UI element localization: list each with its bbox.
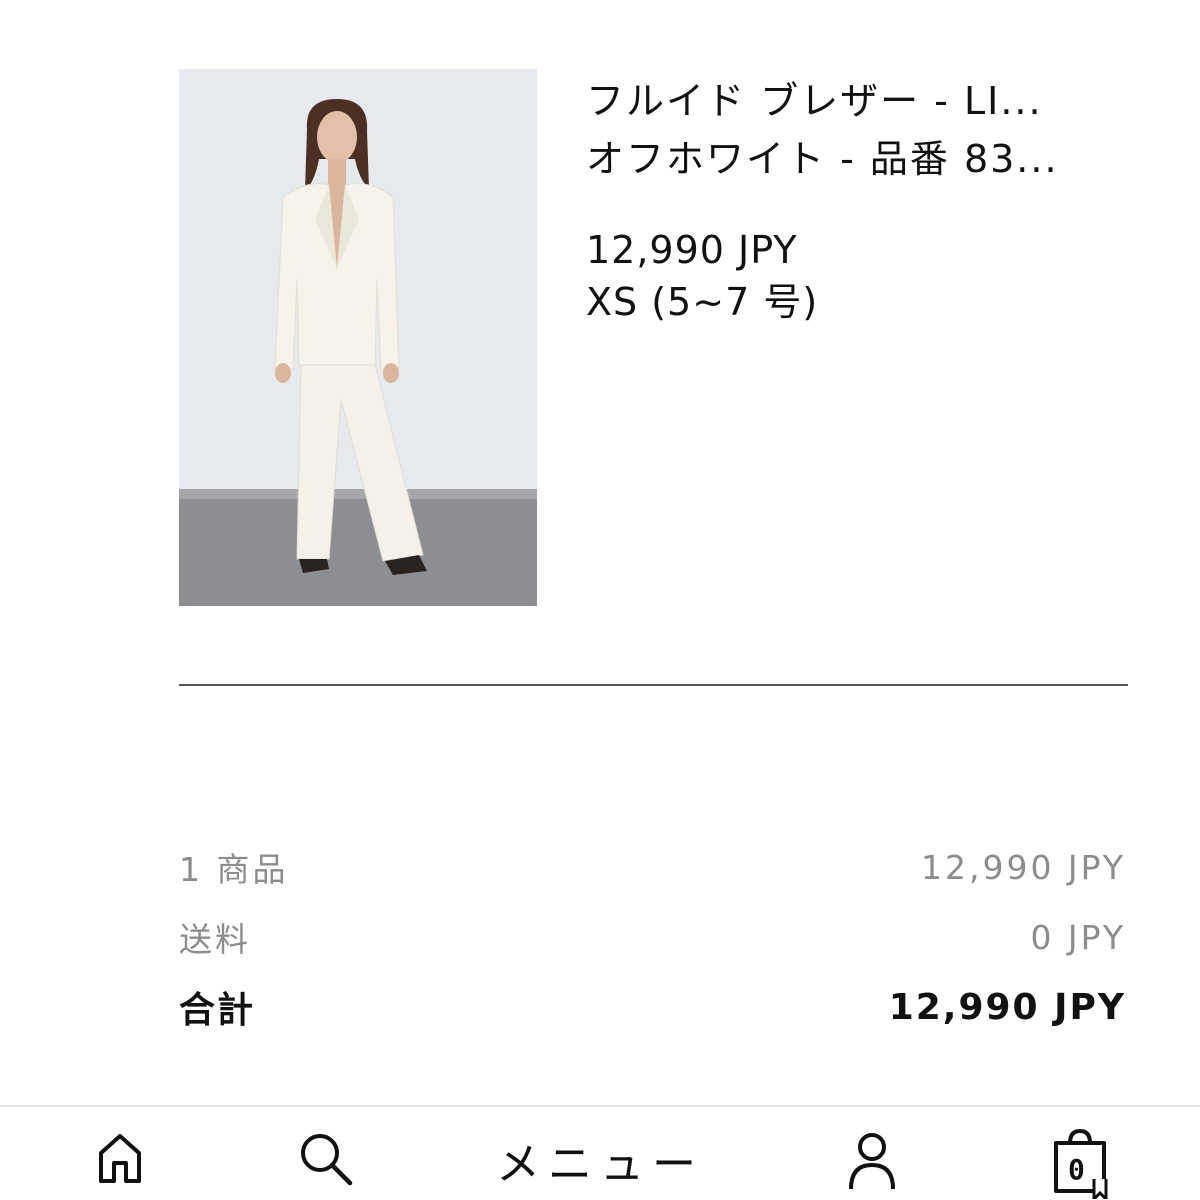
summary-total-value: 12,990 JPY — [888, 986, 1126, 1028]
summary-items-label: 1 商品 — [179, 850, 289, 889]
divider — [179, 684, 1128, 686]
nav-search-button[interactable] — [294, 1129, 358, 1200]
user-icon — [849, 1133, 895, 1189]
product-photo — [179, 69, 537, 606]
order-summary: 1 商品 12,990 JPY 送料 0 JPY 合計 12,990 JPY — [179, 832, 1126, 1042]
bottom-nav: メニュー 0 — [0, 1105, 1200, 1200]
summary-items-value: 12,990 JPY — [920, 847, 1126, 887]
summary-items-row: 1 商品 12,990 JPY — [179, 832, 1126, 902]
product-price: 12,990 JPY — [586, 228, 798, 272]
summary-shipping-row: 送料 0 JPY — [179, 902, 1126, 972]
home-icon — [99, 1134, 141, 1183]
product-image[interactable] — [179, 69, 537, 606]
nav-home-button[interactable] — [88, 1129, 152, 1200]
summary-shipping-label: 送料 — [179, 920, 251, 959]
product-name-line1[interactable]: フルイド ブレザー - LI... — [586, 72, 1146, 130]
cart-page: フルイド ブレザー - LI... オフホワイト - 品番 83... 12,9… — [0, 0, 1200, 1200]
nav-cart-button[interactable]: 0 — [1046, 1129, 1116, 1200]
product-info: フルイド ブレザー - LI... オフホワイト - 品番 83... 12,9… — [586, 72, 1146, 328]
cart-count-badge: 0 — [1068, 1153, 1085, 1186]
product-name-line2: オフホワイト - 品番 83... — [586, 137, 1059, 181]
summary-shipping-value: 0 JPY — [1030, 917, 1126, 957]
summary-total-label: 合計 — [179, 990, 256, 1031]
product-size: XS (5~7 号) — [586, 280, 819, 324]
nav-menu-button[interactable]: メニュー — [490, 1135, 710, 1200]
nav-account-button[interactable] — [840, 1129, 904, 1200]
summary-total-row: 合計 12,990 JPY — [179, 972, 1126, 1042]
search-icon — [301, 1134, 353, 1186]
